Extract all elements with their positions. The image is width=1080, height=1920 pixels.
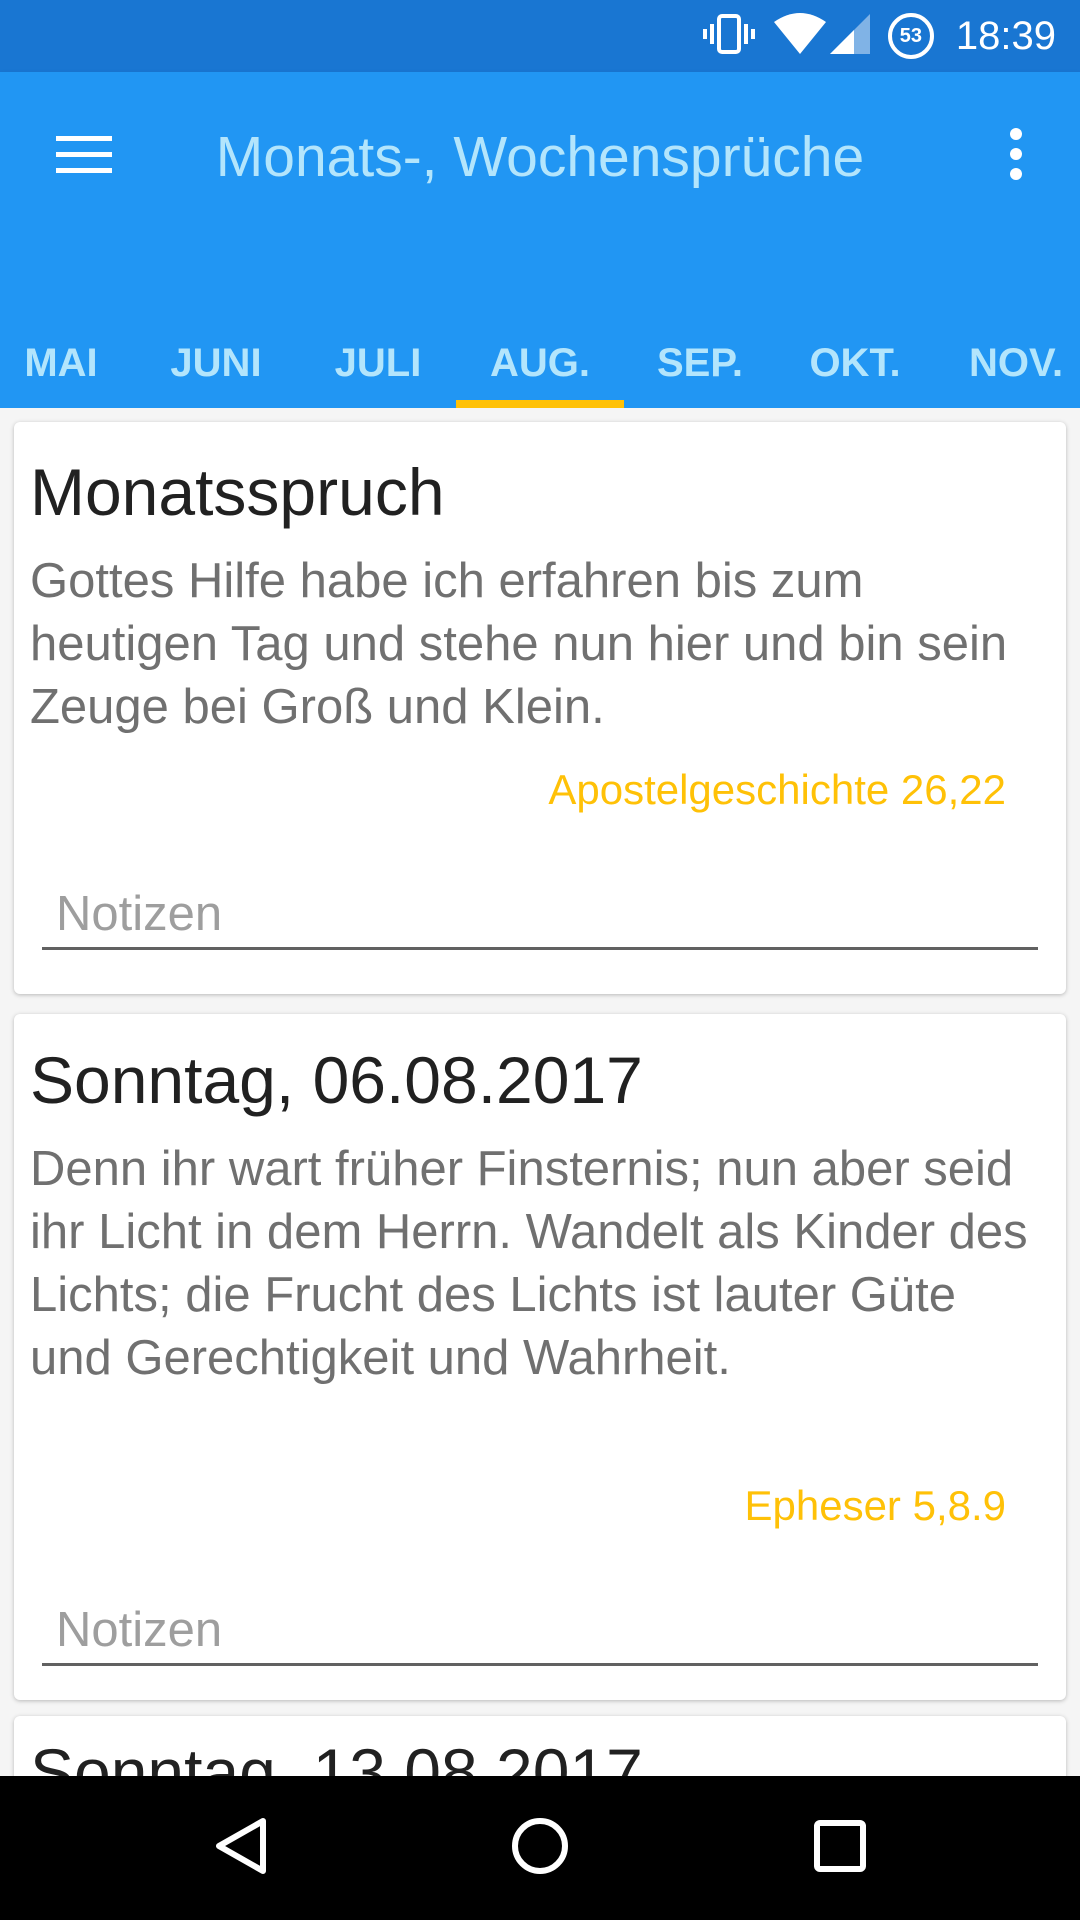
- verse-reference: Epheser 5,8.9: [744, 1482, 1006, 1529]
- notes-field[interactable]: [42, 880, 1038, 950]
- vibrate-icon: [702, 12, 756, 61]
- verse-text: Denn ihr wart früher Finsternis; nun abe…: [30, 1142, 1028, 1385]
- tab-nov[interactable]: NOV.: [952, 318, 1080, 408]
- recents-button[interactable]: [785, 1798, 895, 1898]
- app-bar: Monats-, Wochensprüche MAI JUNI JULI AUG…: [0, 72, 1080, 408]
- status-time: 18:39: [955, 13, 1056, 58]
- weekly-verse-card: Sonntag, 13.08.2017: [14, 1716, 1066, 1776]
- weekly-verse-card: Sonntag, 06.08.2017 Denn ihr wart früher…: [14, 1014, 1066, 1700]
- home-icon: [510, 1816, 570, 1881]
- tab-juni[interactable]: JUNI: [152, 318, 280, 408]
- content-scroll-area[interactable]: Monatsspruch Gottes Hilfe habe ich erfah…: [0, 408, 1080, 1776]
- wifi-icon: [772, 12, 828, 61]
- tab-aug[interactable]: AUG.: [456, 318, 624, 408]
- card-title: Sonntag, 06.08.2017: [30, 1043, 643, 1117]
- tab-okt[interactable]: OKT.: [792, 318, 918, 408]
- app-title: Monats-, Wochensprüche: [215, 125, 865, 189]
- tab-mai[interactable]: MAI: [0, 318, 122, 408]
- verse-text: Gottes Hilfe habe ich erfahren bis zum h…: [30, 554, 1008, 734]
- card-title: Monatsspruch: [30, 455, 445, 529]
- battery-level: 53: [899, 24, 923, 47]
- back-button[interactable]: [186, 1798, 296, 1898]
- card-title: Sonntag, 13.08.2017: [30, 1735, 643, 1776]
- notes-field[interactable]: [42, 1596, 1038, 1666]
- tab-sep[interactable]: SEP.: [640, 318, 760, 408]
- selected-tab-indicator: [456, 400, 624, 408]
- status-bar: 53 18:39: [0, 0, 1080, 72]
- overflow-menu-button[interactable]: [976, 116, 1056, 196]
- verse-reference: Apostelgeschichte 26,22: [548, 766, 1006, 813]
- cell-signal-icon: [828, 12, 872, 61]
- home-button[interactable]: [485, 1798, 595, 1898]
- navigation-bar: [0, 1776, 1080, 1920]
- monthly-verse-card: Monatsspruch Gottes Hilfe habe ich erfah…: [14, 422, 1066, 994]
- battery-saver-icon: 53: [887, 13, 934, 59]
- back-icon: [213, 1816, 269, 1881]
- month-tabs: MAI JUNI JULI AUG. SEP. OKT. NOV.: [0, 318, 1080, 408]
- tab-juli[interactable]: JULI: [316, 318, 440, 408]
- recents-icon: [812, 1818, 868, 1879]
- more-vert-icon: [1006, 126, 1026, 187]
- status-icons: 53 18:39: [702, 0, 1056, 72]
